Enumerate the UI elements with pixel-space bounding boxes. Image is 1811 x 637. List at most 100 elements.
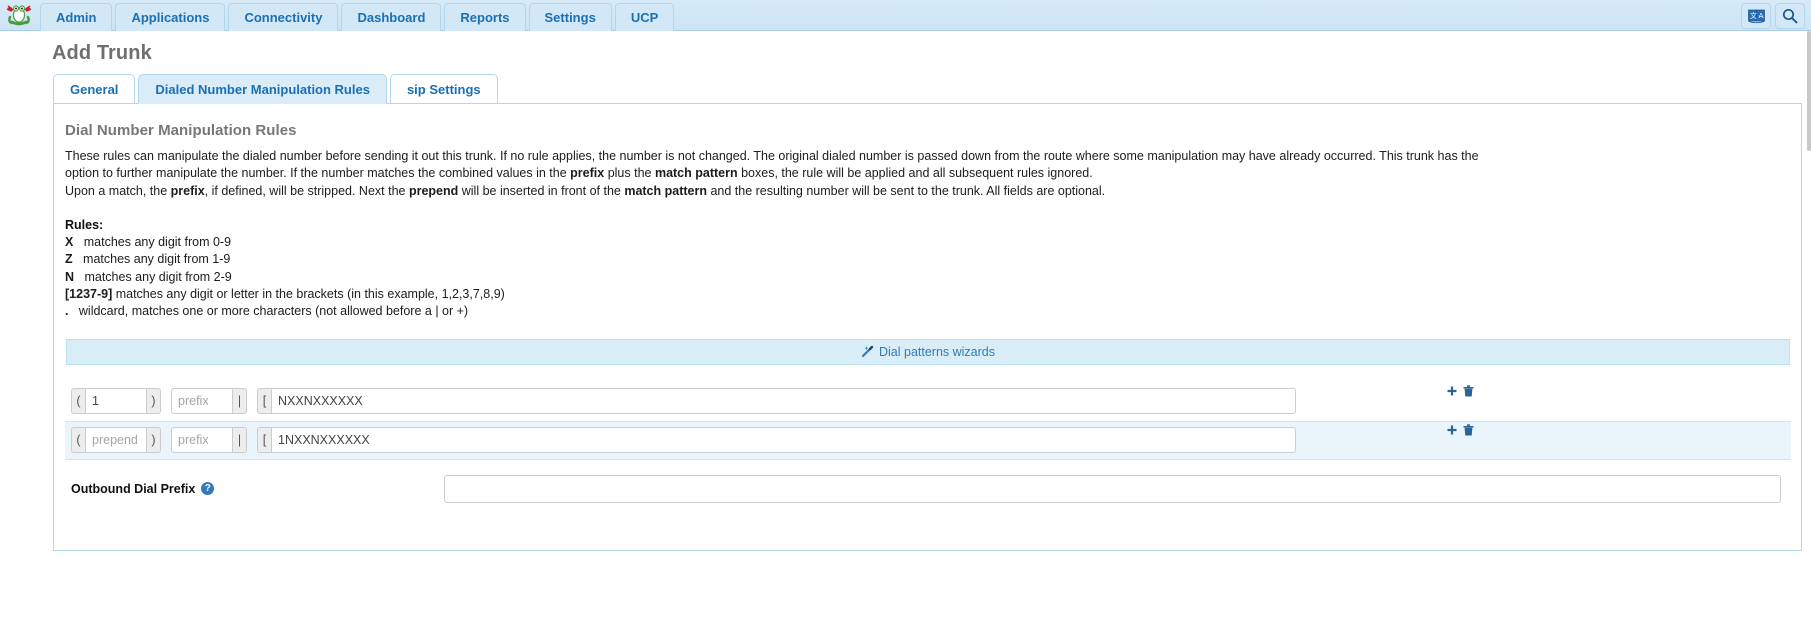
nav-item-admin[interactable]: Admin [40, 3, 113, 31]
outbound-dial-prefix-input[interactable] [444, 474, 1781, 503]
dial-rule-row: ( ) | [ [65, 382, 1791, 421]
match-pattern-input-group: [ [257, 388, 1296, 415]
page-title: Add Trunk [52, 42, 152, 64]
intro-paragraph: These rules can manipulate the dialed nu… [65, 148, 1791, 200]
nav-item-applications[interactable]: Applications [115, 3, 226, 31]
nav-right-actions: 文 A [1741, 0, 1811, 30]
tab-content-panel: Dial Number Manipulation Rules These rul… [53, 103, 1802, 551]
rule-legend-wildcard: . wildcard, matches one or more characte… [65, 303, 1791, 320]
tab-label: General [70, 82, 119, 97]
translate-icon[interactable]: 文 A [1741, 3, 1771, 29]
prepend-input-group: ( ) [71, 388, 161, 415]
prefix-input-group: | [171, 427, 247, 454]
rule-text: wildcard, matches one or more characters… [68, 304, 469, 319]
term-prepend: prepend [408, 183, 459, 198]
bracket-addon: [ [257, 427, 271, 454]
rules-legend-heading: Rules: [65, 217, 104, 232]
magic-wand-icon [861, 345, 874, 358]
intro-line-3: Upon a match, the prefix, if defined, wi… [65, 183, 1791, 200]
delete-rule-icon[interactable] [1463, 384, 1474, 399]
rule-symbol: N [65, 269, 75, 284]
rule-text: matches any digit from 0-9 [73, 235, 232, 250]
rule-legend-bracket: [1237-9] matches any digit or letter in … [65, 286, 1791, 303]
add-rule-icon[interactable] [1446, 424, 1458, 438]
add-rule-icon[interactable] [1446, 385, 1458, 399]
section-heading: Dial Number Manipulation Rules [65, 122, 297, 139]
tab-label: Dialed Number Manipulation Rules [155, 82, 370, 97]
freepbx-frog-logo[interactable] [0, 0, 38, 30]
search-icon[interactable] [1775, 3, 1805, 29]
nav-label: Reports [460, 10, 510, 25]
open-paren-addon: ( [71, 388, 85, 415]
tab-general[interactable]: General [53, 74, 136, 104]
rule-legend-x: X matches any digit from 0-9 [65, 234, 1791, 251]
intro-line-2: option to further manipulate the number.… [65, 165, 1791, 182]
term-prefix: prefix [570, 166, 605, 181]
term-match-pattern-2: match pattern [624, 183, 707, 198]
rule-legend-n: N matches any digit from 2-9 [65, 269, 1791, 286]
term-match-pattern: match pattern [654, 166, 738, 181]
prepend-input[interactable] [85, 427, 147, 454]
intro-line-3-d: will be inserted in front of the [458, 183, 625, 198]
rule-text: matches any digit from 1-9 [72, 252, 231, 267]
nav-item-ucp[interactable]: UCP [614, 3, 675, 31]
row-actions [1446, 384, 1474, 399]
rule-legend-z: Z matches any digit from 1-9 [65, 251, 1791, 268]
rule-symbol: Z [65, 252, 73, 267]
nav-item-dashboard[interactable]: Dashboard [341, 3, 442, 31]
pipe-addon: | [233, 388, 247, 415]
dial-patterns-wizards-bar[interactable]: Dial patterns wizards [66, 338, 1790, 365]
intro-line-3-a: Upon a match, the [65, 183, 171, 198]
frog-logo-svg [6, 5, 32, 26]
search-icon-svg [1782, 8, 1798, 24]
row-actions [1446, 423, 1474, 438]
term-prefix-2: prefix [170, 183, 205, 198]
nav-label: Connectivity [244, 10, 323, 25]
svg-text:A: A [1758, 11, 1763, 20]
rule-symbol: [1237-9] [65, 287, 113, 302]
nav-label: Admin [56, 10, 97, 25]
dial-rules-list: ( ) | [ [65, 382, 1791, 460]
tab-dialed-number-manipulation-rules[interactable]: Dialed Number Manipulation Rules [138, 74, 387, 104]
nav-item-reports[interactable]: Reports [444, 3, 526, 31]
pipe-addon: | [233, 427, 247, 454]
prefix-input-group: | [171, 388, 247, 415]
close-paren-addon: ) [147, 388, 161, 415]
tab-sip-settings[interactable]: sip Settings [389, 74, 498, 104]
prefix-input[interactable] [171, 388, 233, 415]
intro-line-1-text: These rules can manipulate the dialed nu… [65, 149, 1479, 163]
intro-line-2-d: boxes, the rule will be applied and all … [737, 166, 1093, 181]
rule-text: matches any digit from 2-9 [74, 269, 232, 284]
intro-line-2-a: option to further manipulate the number.… [65, 166, 571, 181]
dial-rule-row: ( ) | [ [65, 420, 1791, 460]
outbound-dial-prefix-label: Outbound Dial Prefix ? [71, 482, 444, 496]
plus-icon [1447, 386, 1457, 396]
match-pattern-input[interactable] [271, 427, 1296, 454]
prepend-input[interactable] [85, 388, 147, 415]
nav-item-settings[interactable]: Settings [528, 3, 612, 31]
trash-icon [1463, 423, 1474, 436]
tab-bar: General Dialed Number Manipulation Rules… [0, 65, 1811, 104]
prefix-input[interactable] [171, 427, 233, 454]
match-pattern-input[interactable] [271, 388, 1296, 415]
outbound-dial-prefix-row: Outbound Dial Prefix ? [65, 460, 1791, 503]
match-pattern-input-group: [ [257, 427, 1296, 454]
translate-icon-svg: 文 A [1747, 9, 1765, 23]
open-paren-addon: ( [71, 427, 85, 454]
close-paren-addon: ) [147, 427, 161, 454]
dial-patterns-wizards-link[interactable]: Dial patterns wizards [861, 345, 995, 359]
nav-label: Dashboard [357, 10, 426, 25]
outbound-label-text: Outbound Dial Prefix [71, 481, 196, 496]
rule-text: matches any digit or letter in the brack… [112, 287, 505, 302]
intro-line-3-e: and the resulting number will be sent to… [706, 183, 1106, 198]
top-navigation-bar: Admin Applications Connectivity Dashboar… [0, 0, 1811, 31]
delete-rule-icon[interactable] [1463, 423, 1474, 438]
svg-text:文: 文 [1750, 11, 1757, 20]
help-icon[interactable]: ? [201, 482, 215, 496]
nav-label: UCP [630, 10, 659, 25]
intro-line-3-c: , if defined, will be stripped. Next the [204, 183, 409, 198]
intro-line-2-c: plus the [604, 166, 655, 181]
plus-icon [1447, 425, 1457, 435]
bracket-addon: [ [257, 388, 271, 415]
nav-item-connectivity[interactable]: Connectivity [228, 3, 339, 31]
